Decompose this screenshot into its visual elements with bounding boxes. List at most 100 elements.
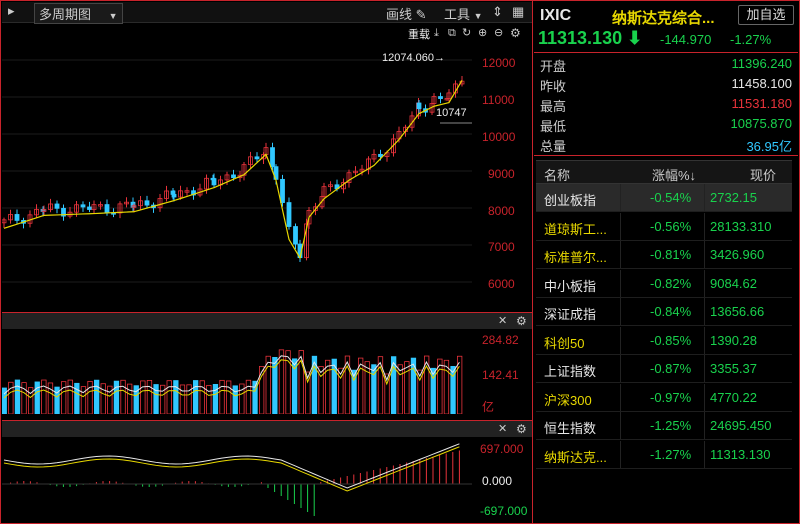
add-watchlist-button[interactable]: 加自选 xyxy=(738,5,794,25)
table-row[interactable]: 中小板指 -0.82% 9084.62 xyxy=(536,269,792,298)
table-row[interactable]: 纳斯达克... -1.27% 11313.130 xyxy=(536,440,792,469)
volume-bar xyxy=(199,380,205,414)
table-row[interactable]: 创业板指 -0.54% 2732.15 xyxy=(536,184,792,212)
settings-gear-icon[interactable]: ⚙ xyxy=(516,422,527,436)
stat-value: 10875.870 xyxy=(730,116,792,131)
row-price: 3355.37 xyxy=(710,361,757,376)
row-name: 深证成指 xyxy=(544,307,597,322)
price-tick: 12000 xyxy=(482,56,516,70)
draw-line-label: 画线 xyxy=(386,7,413,22)
close-icon[interactable]: ✕ xyxy=(498,314,507,328)
table-row[interactable]: 科创50 -0.85% 1390.28 xyxy=(536,326,792,355)
volume-bar xyxy=(232,385,238,414)
row-change-pct: -0.85% xyxy=(650,332,692,348)
volume-bar xyxy=(219,379,225,414)
minimize-icon[interactable]: ⇕ xyxy=(492,5,503,19)
download-icon[interactable]: ⤓ xyxy=(434,26,439,40)
volume-bar xyxy=(67,379,73,414)
candlestick-chart xyxy=(2,59,472,283)
draw-line-button[interactable]: 画线 ✎ xyxy=(386,4,427,23)
last-price-value: 11313.130 xyxy=(538,28,623,48)
volume-bar xyxy=(41,379,47,414)
close-icon[interactable]: ✕ xyxy=(498,422,507,436)
table-row[interactable]: 深证成指 -0.84% 13656.66 xyxy=(536,298,792,326)
chevron-down-icon: ▼ xyxy=(473,11,483,21)
col-price[interactable]: 现价 xyxy=(750,165,776,184)
volume-bar xyxy=(404,361,410,414)
col-name[interactable]: 名称 xyxy=(544,165,570,184)
row-name: 道琼斯工... xyxy=(544,221,607,237)
arrow-down-icon: ⬇ xyxy=(627,28,643,48)
price-change: -144.970 xyxy=(660,32,712,47)
tools-label: 工具 xyxy=(444,7,471,22)
volume-bar xyxy=(179,384,186,414)
external-link-icon[interactable]: ⧉ xyxy=(448,26,456,40)
refresh-icon[interactable]: ↻ xyxy=(462,26,471,40)
zoom-out-icon[interactable]: ⊖ xyxy=(494,26,503,40)
volume-bar xyxy=(377,356,384,414)
candle-body xyxy=(438,96,443,99)
volume-bar xyxy=(8,381,14,414)
table-row[interactable]: 沪深300 -0.97% 4770.22 xyxy=(536,383,792,412)
quote-stat-row: 开盘 11396.240 xyxy=(538,56,794,76)
stat-value: 36.95亿 xyxy=(746,139,792,154)
volume-bar xyxy=(225,380,232,414)
macd-panel-header xyxy=(2,421,532,437)
row-change-pct: -0.97% xyxy=(650,389,692,405)
volume-bar xyxy=(206,384,212,414)
price-tick: 7000 xyxy=(488,240,515,254)
volume-bar xyxy=(173,380,179,414)
last-price: 11313.130 ⬇ xyxy=(538,28,642,49)
row-price: 28133.310 xyxy=(710,218,772,234)
stat-value: 11396.240 xyxy=(731,56,793,71)
settings-gear-icon[interactable]: ⚙ xyxy=(516,314,527,328)
table-header: 名称 涨幅%↓ 现价 xyxy=(536,160,792,184)
macd-chart xyxy=(2,443,472,516)
chevron-down-icon: ▼ xyxy=(108,11,118,21)
volume-bar xyxy=(61,381,67,414)
volume-bar xyxy=(153,384,159,414)
volume-bar xyxy=(100,383,106,414)
col-change-pct[interactable]: 涨幅%↓ xyxy=(652,165,696,184)
macd-tick: 697.000 xyxy=(480,442,524,456)
price-tick: 6000 xyxy=(488,277,515,291)
volume-panel-header xyxy=(2,313,532,329)
row-price: 1390.28 xyxy=(710,332,757,348)
candle-body xyxy=(211,178,217,186)
row-price: 9084.62 xyxy=(710,275,757,291)
candle-body xyxy=(171,194,177,198)
table-row[interactable]: 标准普尔... -0.81% 3426.960 xyxy=(536,241,792,269)
macd-tick: -697.000 xyxy=(480,504,528,518)
volume-bar xyxy=(113,380,120,414)
row-change-pct: -1.25% xyxy=(650,418,692,433)
macd-dif-line xyxy=(3,443,460,489)
period-label: 多周期图 xyxy=(39,7,92,22)
symbol-code: IXIC xyxy=(540,7,572,24)
settings-gear-icon[interactable]: ⚙ xyxy=(510,26,521,40)
candle-body xyxy=(270,147,275,168)
volume-bar xyxy=(74,382,80,414)
price-tick: 9000 xyxy=(488,167,515,181)
quote-stat-row: 总量 36.95亿 xyxy=(538,136,794,156)
volume-bar xyxy=(127,383,133,414)
menu-arrow-icon[interactable]: ▸ xyxy=(8,4,15,18)
candle-body xyxy=(293,226,298,245)
stat-value: 11458.100 xyxy=(731,76,793,91)
period-selector[interactable]: 多周期图 ▼ xyxy=(34,3,123,24)
volume-tick: 284.82 xyxy=(482,333,519,347)
row-change-pct: -1.27% xyxy=(650,446,692,462)
volume-bar xyxy=(146,380,153,414)
row-change-pct: -0.81% xyxy=(650,247,692,262)
candle-body xyxy=(416,102,422,110)
table-row[interactable]: 上证指数 -0.87% 3355.37 xyxy=(536,355,792,383)
row-change-pct: -0.56% xyxy=(650,218,692,234)
price-tick: 10000 xyxy=(482,130,516,144)
table-row[interactable]: 道琼斯工... -0.56% 28133.310 xyxy=(536,212,792,241)
zoom-in-icon[interactable]: ⊕ xyxy=(478,26,487,40)
candle-body xyxy=(280,178,285,203)
price-change-pct: -1.27% xyxy=(730,32,772,47)
table-row[interactable]: 恒生指数 -1.25% 24695.450 xyxy=(536,412,792,440)
grid-icon[interactable]: ▦ xyxy=(512,5,524,19)
tools-button[interactable]: 工具 ▼ xyxy=(444,4,483,23)
candle-body xyxy=(54,203,60,209)
